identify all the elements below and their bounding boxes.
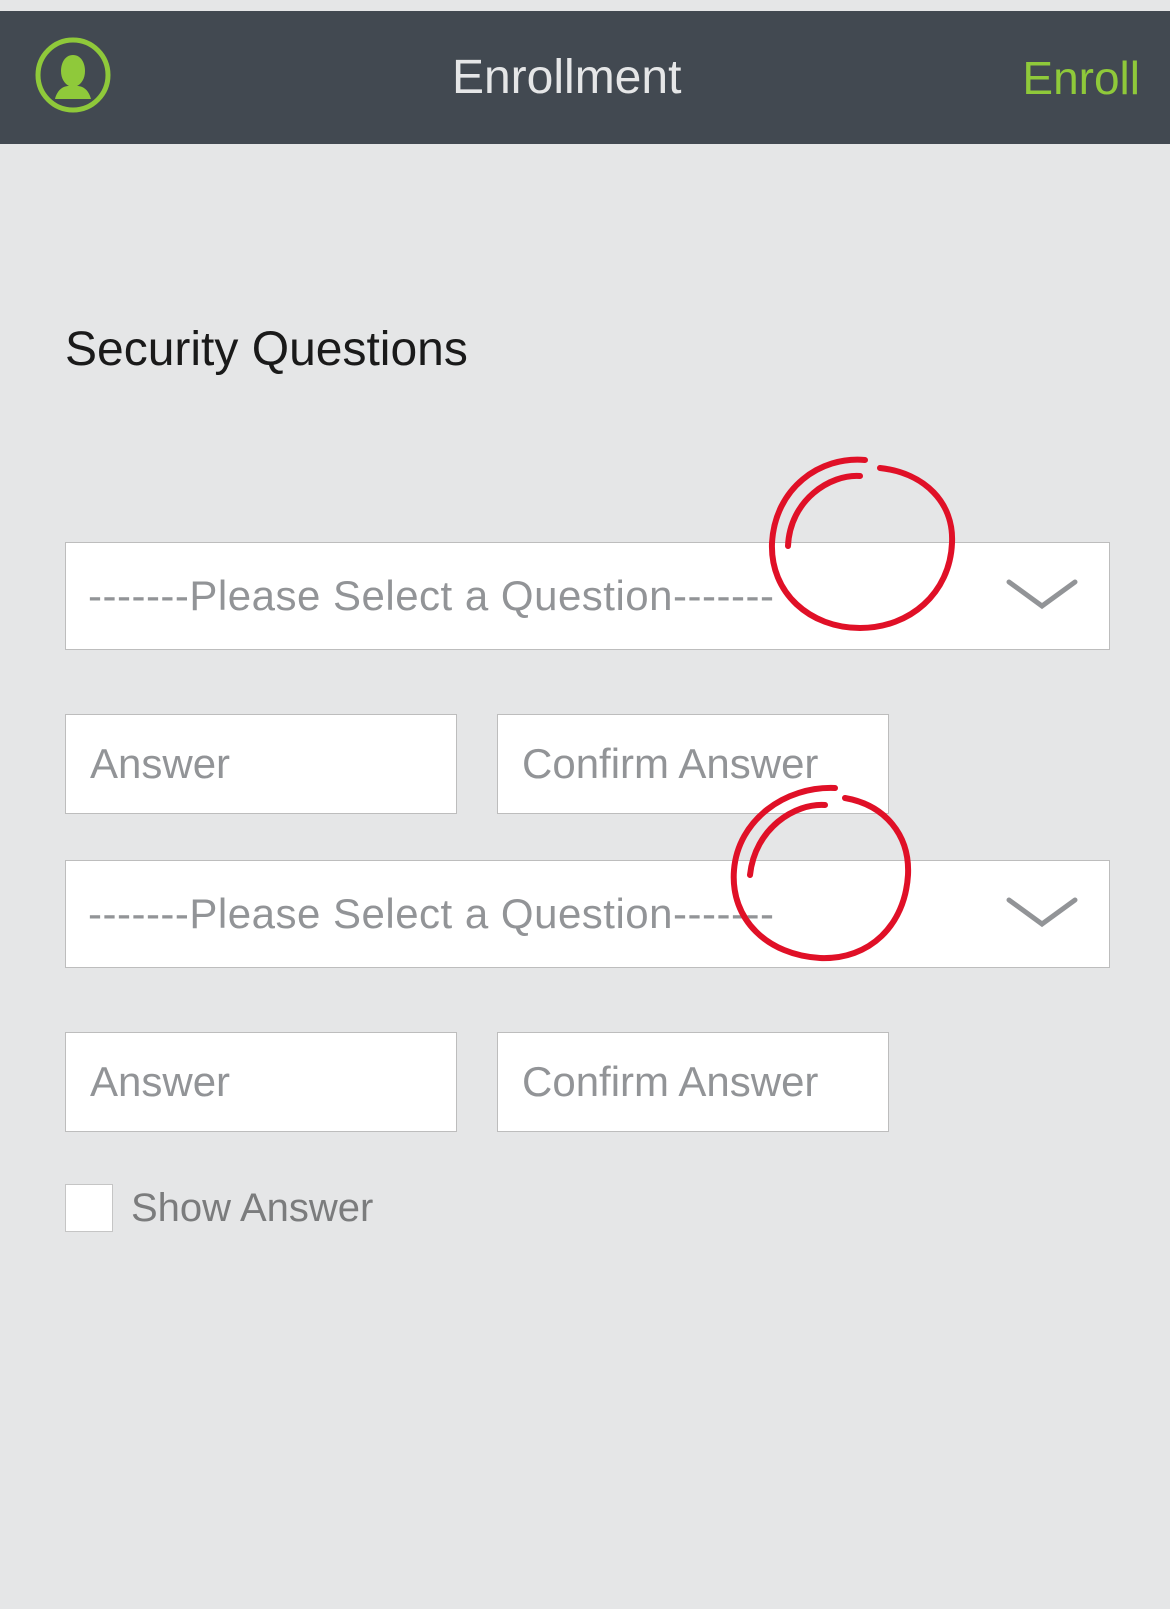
enroll-button[interactable]: Enroll — [1022, 51, 1140, 105]
question-1-select[interactable]: -------Please Select a Question------- — [65, 542, 1110, 650]
chevron-down-icon — [1003, 574, 1081, 619]
answer-2-placeholder: Answer — [90, 1058, 230, 1106]
question-2-placeholder: -------Please Select a Question------- — [88, 890, 1003, 938]
confirm-answer-1-input[interactable]: Confirm Answer — [497, 714, 889, 814]
section-heading: Security Questions — [65, 322, 1110, 377]
confirm-answer-2-placeholder: Confirm Answer — [522, 1058, 818, 1106]
answer-1-input[interactable]: Answer — [65, 714, 457, 814]
profile-icon[interactable] — [35, 37, 111, 118]
header-bar: Enrollment Enroll — [0, 11, 1170, 144]
page-title: Enrollment — [111, 50, 1022, 105]
confirm-answer-1-placeholder: Confirm Answer — [522, 740, 818, 788]
show-answer-checkbox[interactable] — [65, 1184, 113, 1232]
show-answer-label: Show Answer — [131, 1186, 373, 1231]
chevron-down-icon — [1003, 892, 1081, 937]
answer-1-placeholder: Answer — [90, 740, 230, 788]
answer-2-input[interactable]: Answer — [65, 1032, 457, 1132]
question-2-select[interactable]: -------Please Select a Question------- — [65, 860, 1110, 968]
confirm-answer-2-input[interactable]: Confirm Answer — [497, 1032, 889, 1132]
question-1-placeholder: -------Please Select a Question------- — [88, 572, 1003, 620]
